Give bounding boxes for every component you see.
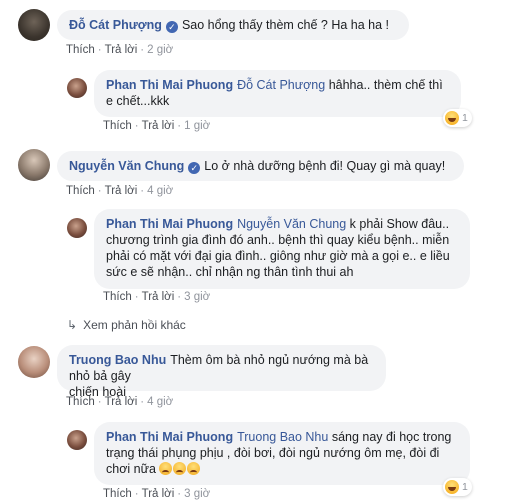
mention-link[interactable]: Truong Bao Nhu [237,430,328,444]
like-link[interactable]: Thích [103,291,132,303]
avatar-phan-thi-mai-phuong[interactable] [67,78,87,98]
view-more-replies-label[interactable]: Xem phản hồi khác [83,318,186,332]
commenter-name[interactable]: Đỗ Cát Phượng [69,18,162,32]
tired-face-emoji-icon [159,462,173,475]
reply-bubble: Phan Thi Mai Phuong Truong Bao Nhu sáng n… [94,422,470,485]
mention-link[interactable]: Nguyễn Văn Chung [237,217,346,231]
tired-face-emoji-icon [173,462,187,475]
timestamp[interactable]: 4 giờ [147,185,173,197]
reply-link[interactable]: Trả lời [142,488,175,500]
reply-text-cont: phải có mặt với đại gia đình.. giông như… [106,249,450,263]
replier-name[interactable]: Phan Thi Mai Phuong [106,217,233,231]
haha-reaction-icon [445,480,459,494]
reply-arrow-icon: ↳ [67,318,78,332]
comment-actions: Thích · Trả lời · 4 giờ [66,185,174,197]
comment-text: Lo ở nhà dưỡng bệnh đi! Quay gì mà quay! [204,159,446,173]
reaction-count: 1 [462,481,468,493]
timestamp[interactable]: 2 giờ [147,44,173,56]
reaction-count: 1 [462,112,468,124]
avatar-truong-bao-nhu[interactable] [18,346,50,378]
view-more-replies-link[interactable]: ↳ Xem phản hồi khác [67,318,186,332]
reply-bubble: Phan Thi Mai Phuong Nguyễn Văn Chung k ph… [94,209,470,289]
tired-face-emoji-icon [187,462,201,475]
like-link[interactable]: Thích [66,44,95,56]
reply-actions: Thích · Trả lời · 3 giờ [103,488,211,500]
reply-bubble: Phan Thi Mai Phuong Đỗ Cát Phượng hâhha..… [94,70,461,117]
like-link[interactable]: Thích [66,185,95,197]
comment-bubble: Đỗ Cát Phượng ✓ Sao hổng thấy thèm chế ? H… [57,10,409,40]
commenter-name[interactable]: Nguyễn Văn Chung [69,159,184,173]
comment-actions: Thích · Trả lời · 2 giờ [66,44,174,56]
commenter-name[interactable]: Truong Bao Nhu [69,353,166,367]
reply-actions: Thích · Trả lời · 1 giờ [103,120,211,132]
verified-badge-icon: ✓ [188,162,201,174]
timestamp[interactable]: 1 giờ [184,120,210,132]
reply-text-cont: chơi nữa [106,462,156,476]
like-link[interactable]: Thích [103,120,132,132]
timestamp[interactable]: 3 giờ [184,488,210,500]
reply-text-cont: e chết...kkk [106,94,170,108]
verified-badge-icon: ✓ [165,21,178,33]
timestamp[interactable]: 3 giờ [184,291,210,303]
reply-text-cont: chương trình gia đình đó anh.. bệnh thì … [106,233,450,247]
timestamp[interactable]: 4 giờ [147,396,173,408]
comment-bubble: Nguyễn Văn Chung ✓ Lo ở nhà dưỡng bệnh đi!… [57,151,464,181]
reply-text-cont: sức e sẽ nhận.. chỉ nhận ng thân tình th… [106,265,354,279]
reply-text: k phải Show đâu.. [349,217,450,231]
reply-text-cont: trạng thái phụng phịu , đòi bơi, đòi ngủ… [106,446,440,460]
avatar-do-cat-phuong[interactable] [18,9,50,41]
avatar-nguyen-van-chung[interactable] [18,149,50,181]
mention-link[interactable]: Đỗ Cát Phượng [237,78,325,92]
like-link[interactable]: Thích [103,488,132,500]
reply-text: sáng nay đi học trong [331,430,452,444]
comment-text: Sao hổng thấy thèm chế ? Ha ha ha ! [181,18,390,32]
reply-text: hâhha.. thèm chế thì [328,78,443,92]
comment-actions: Thích · Trả lời · 4 giờ [66,396,174,408]
haha-reaction-icon [445,111,459,125]
reply-link[interactable]: Trả lời [105,44,138,56]
reaction-count-badge[interactable]: 1 [443,109,472,127]
replier-name[interactable]: Phan Thi Mai Phuong [106,78,233,92]
avatar-phan-thi-mai-phuong[interactable] [67,430,87,450]
avatar-phan-thi-mai-phuong[interactable] [67,218,87,238]
reply-link[interactable]: Trả lời [142,291,175,303]
reply-link[interactable]: Trả lời [142,120,175,132]
replier-name[interactable]: Phan Thi Mai Phuong [106,430,233,444]
reply-actions: Thích · Trả lời · 3 giờ [103,291,211,303]
reaction-count-badge[interactable]: 1 [443,478,472,496]
reply-link[interactable]: Trả lời [105,396,138,408]
like-link[interactable]: Thích [66,396,95,408]
comment-bubble: Truong Bao Nhu Thèm ôm bà nhỏ ngủ nướng m… [57,345,386,399]
reply-link[interactable]: Trả lời [105,185,138,197]
